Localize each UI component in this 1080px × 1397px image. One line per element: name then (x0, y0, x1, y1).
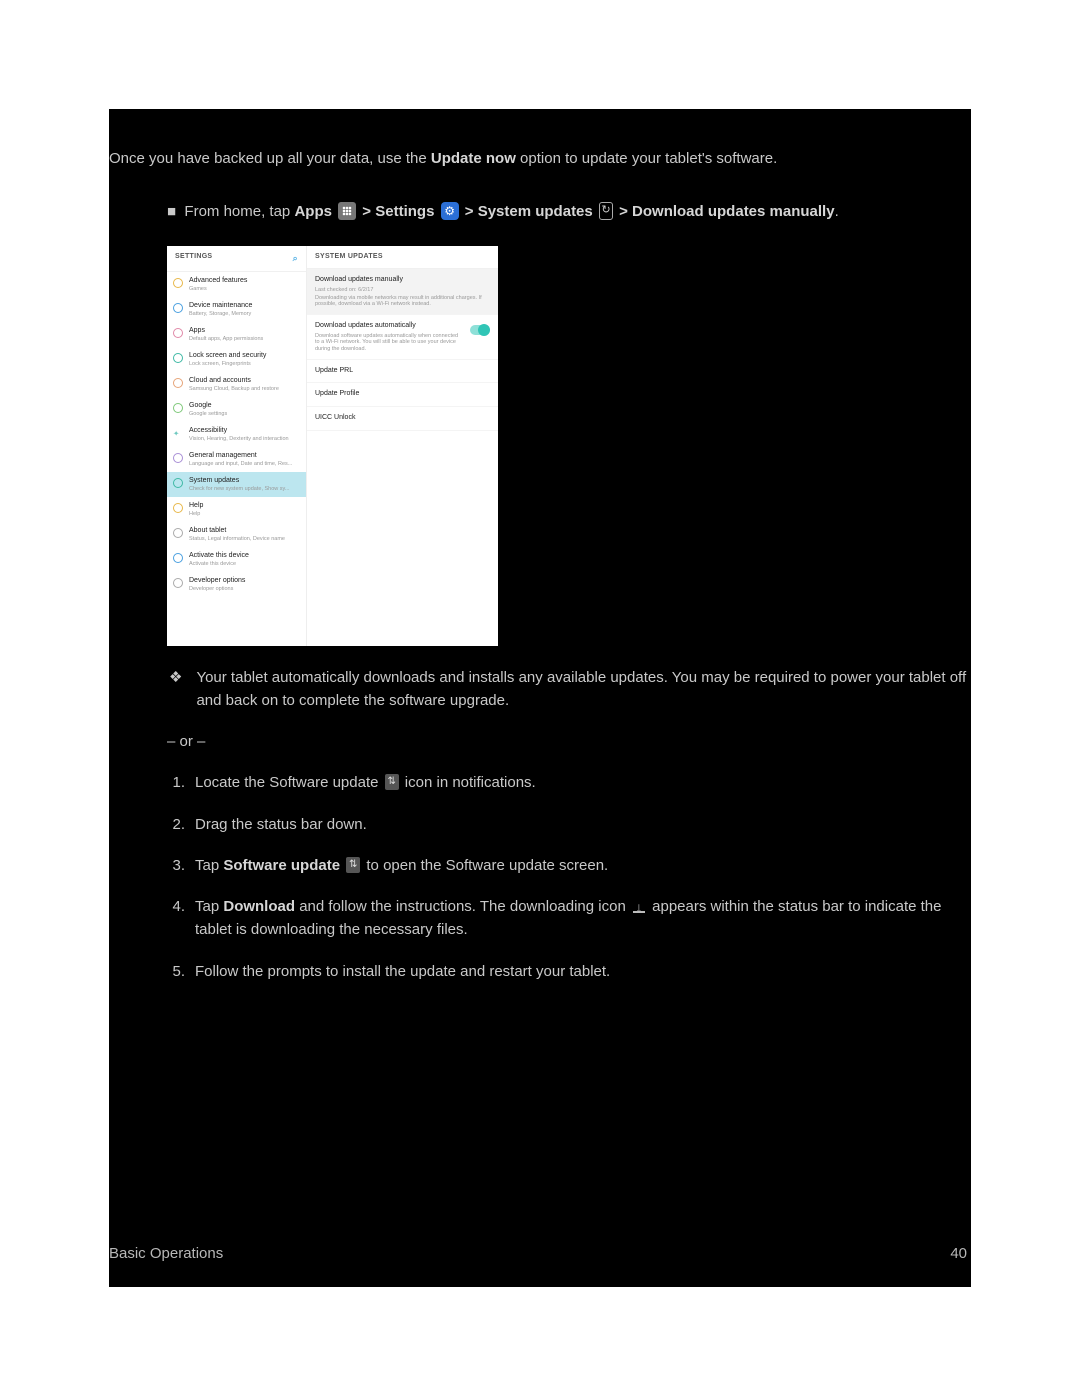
developer-icon (173, 578, 183, 588)
settings-item-google[interactable]: GoogleGoogle settings (167, 397, 306, 422)
auto-download-toggle[interactable] (470, 325, 490, 335)
settings-item-cloud[interactable]: Cloud and accountsSamsung Cloud, Backup … (167, 372, 306, 397)
settings-header: SETTINGS ⌕ (167, 246, 306, 273)
settings-screenshot: SETTINGS ⌕ Advanced featuresGames Device… (167, 246, 498, 646)
software-update-icon (346, 857, 360, 873)
download-icon (632, 899, 646, 913)
settings-list-panel: SETTINGS ⌕ Advanced featuresGames Device… (167, 246, 307, 646)
update-icon (173, 478, 183, 488)
settings-item-advanced[interactable]: Advanced featuresGames (167, 272, 306, 297)
settings-item-apps[interactable]: AppsDefault apps, App permissions (167, 322, 306, 347)
step-3: 3. Tap Software update to open the Softw… (167, 854, 971, 895)
navpath-sysupdates: System updates (478, 203, 593, 220)
circle-icon (173, 328, 183, 338)
step-2: 2. Drag the status bar down. (167, 813, 971, 854)
intro-suffix: option to update your tablet's software. (516, 150, 777, 167)
or-separator: – or – (167, 726, 971, 771)
download-updates-manually[interactable]: Download updates manually Last checked o… (307, 269, 498, 315)
apps-icon (338, 202, 356, 220)
result-text: Your tablet automatically downloads and … (196, 666, 971, 713)
help-icon (173, 503, 183, 513)
settings-item-activate[interactable]: Activate this deviceActivate this device (167, 547, 306, 572)
software-update-icon (385, 774, 399, 790)
sep1: > (362, 203, 375, 220)
settings-item-help[interactable]: HelpHelp (167, 497, 306, 522)
activate-icon (173, 553, 183, 563)
uicc-unlock[interactable]: UICC Unlock (307, 407, 498, 431)
nav-path: ■ From home, tap Apps > Settings > Syste… (109, 200, 971, 245)
settings-item-accessibility[interactable]: ✦AccessibilityVision, Hearing, Dexterity… (167, 422, 306, 447)
sep2: > (465, 203, 478, 220)
download-updates-automatically[interactable]: Download updates automatically Download … (307, 315, 498, 360)
navpath-prefix: From home, tap (184, 203, 294, 220)
lock-icon (173, 353, 183, 363)
update-profile[interactable]: Update Profile (307, 383, 498, 407)
navpath-download: Download updates manually (632, 203, 835, 220)
google-icon (173, 403, 183, 413)
circle-icon (173, 453, 183, 463)
settings-item-about[interactable]: About tabletStatus, Legal information, D… (167, 522, 306, 547)
search-icon[interactable]: ⌕ (293, 252, 298, 266)
result-block: ❖ Your tablet automatically downloads an… (109, 646, 971, 772)
cloud-icon (173, 378, 183, 388)
bullet-icon: ❖ (167, 666, 182, 713)
intro-paragraph: Once you have backed up all your data, u… (109, 109, 971, 200)
gear-icon (441, 202, 459, 220)
settings-item-general[interactable]: General managementLanguage and input, Da… (167, 447, 306, 472)
navpath-settings: Settings (375, 203, 434, 220)
system-updates-panel: SYSTEM UPDATES Download updates manually… (307, 246, 498, 646)
settings-item-device-maintenance[interactable]: Device maintenanceBattery, Storage, Memo… (167, 297, 306, 322)
intro-bold: Update now (431, 150, 516, 167)
system-update-icon (599, 202, 613, 220)
page-footer: Basic Operations 40 (109, 1242, 971, 1265)
circle-icon (173, 303, 183, 313)
circle-icon (173, 278, 183, 288)
step-5: 5. Follow the prompts to install the upd… (167, 960, 971, 1001)
navpath-apps: Apps (294, 203, 332, 220)
steps-list: 1. Locate the Software update icon in no… (109, 771, 971, 1001)
system-updates-header: SYSTEM UPDATES (307, 246, 498, 270)
info-icon (173, 528, 183, 538)
footer-page: 40 (950, 1242, 967, 1265)
settings-item-lock-screen[interactable]: Lock screen and securityLock screen, Fin… (167, 347, 306, 372)
step-1: 1. Locate the Software update icon in no… (167, 771, 971, 812)
settings-header-label: SETTINGS (175, 252, 212, 266)
update-prl[interactable]: Update PRL (307, 360, 498, 384)
footer-section: Basic Operations (109, 1242, 223, 1265)
intro-prefix: Once you have backed up all your data, u… (109, 150, 431, 167)
sep3: > (619, 203, 632, 220)
navpath-period: . (835, 203, 839, 220)
settings-item-developer[interactable]: Developer optionsDeveloper options (167, 572, 306, 597)
step-4: 4. Tap Download and follow the instructi… (167, 895, 971, 960)
accessibility-icon: ✦ (173, 428, 183, 438)
settings-item-system-updates[interactable]: System updatesCheck for new system updat… (167, 472, 306, 497)
